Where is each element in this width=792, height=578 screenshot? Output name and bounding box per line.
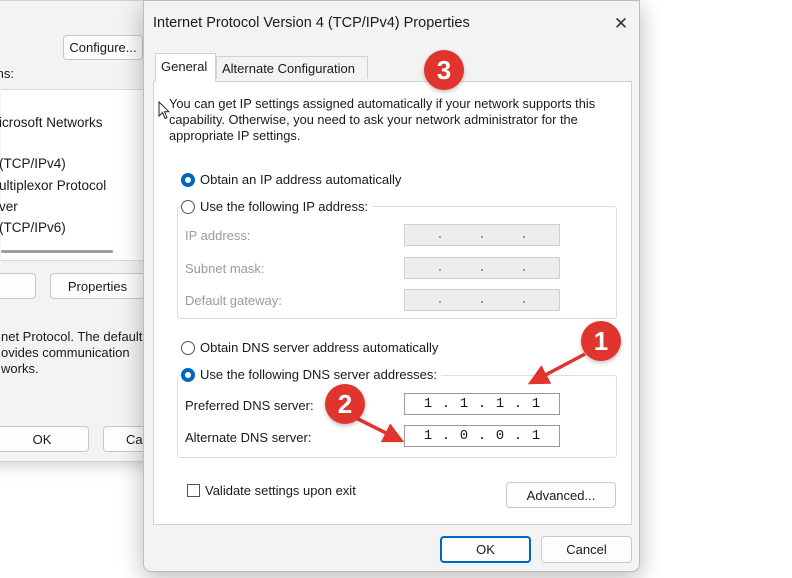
tab-general[interactable]: General — [155, 53, 216, 82]
annotation-marker-3: 3 — [424, 50, 464, 90]
annotation-marker-2: 2 — [325, 384, 365, 424]
arrow-to-alternate-dns — [355, 416, 405, 443]
annotation-marker-1: 1 — [581, 321, 621, 361]
arrow-to-preferred-dns — [527, 352, 586, 385]
annotation-arrows — [355, 352, 586, 443]
